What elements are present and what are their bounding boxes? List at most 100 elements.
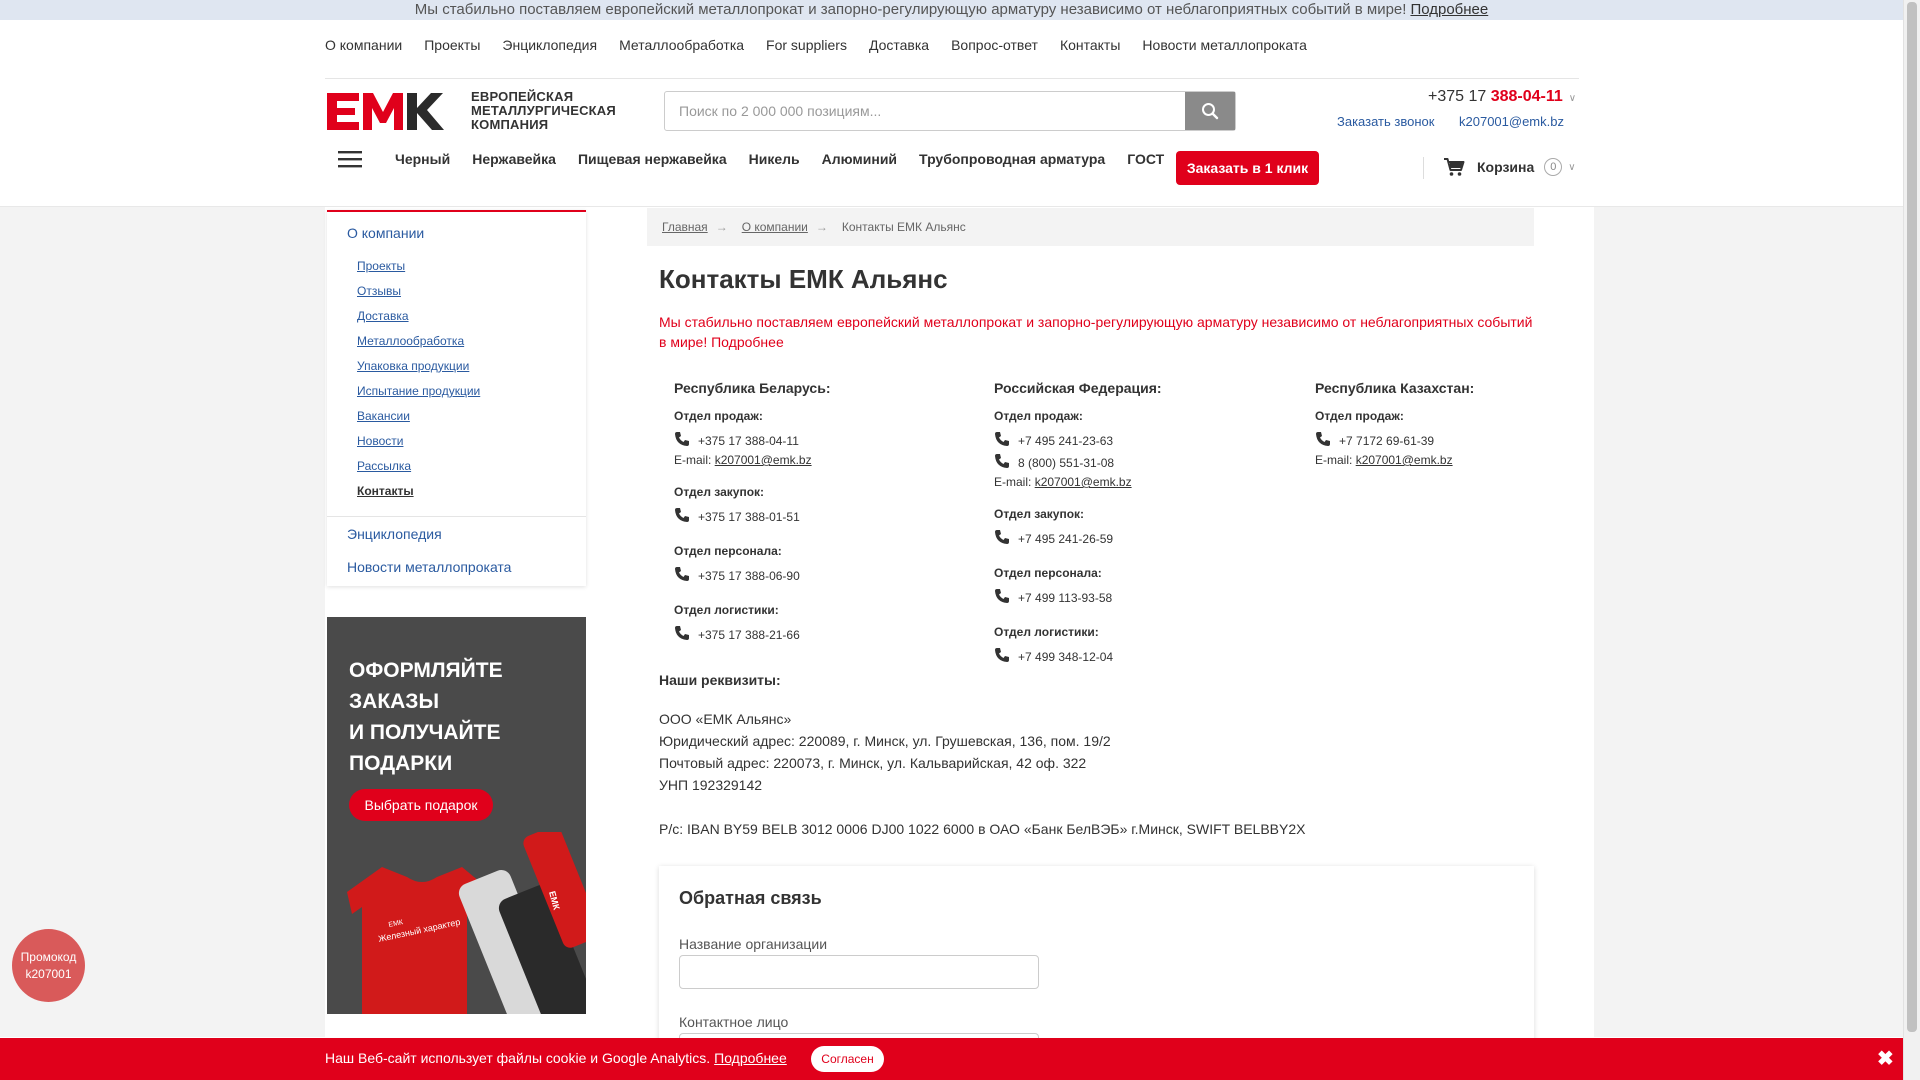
sidebar-item-news[interactable]: Новости: [327, 434, 403, 448]
phone-icon: [994, 529, 1018, 548]
topnav-item-projects[interactable]: Проекты: [424, 37, 480, 53]
dept-label: Отдел персонала:: [674, 544, 782, 558]
topnav-item-encyclopedia[interactable]: Энциклопедия: [502, 37, 597, 53]
phone-number[interactable]: 8 (800) 551-31-08: [1018, 456, 1114, 470]
feedback-form: Обратная связь Название организации Конт…: [659, 866, 1534, 1067]
logo-text: ЕВРОПЕЙСКАЯ МЕТАЛЛУРГИЧЕСКАЯ КОМПАНИЯ: [471, 90, 616, 132]
cookie-banner: Наш Веб-сайт использует файлы cookie и G…: [0, 1038, 1903, 1080]
promo-banner-line3: И ПОЛУЧАЙТЕ: [349, 721, 501, 744]
callback-link[interactable]: Заказать звонок: [1337, 114, 1434, 129]
promo-code-badge[interactable]: Промокод k207001: [12, 929, 85, 1002]
email-link[interactable]: k207001@emk.bz: [715, 453, 812, 467]
org-name-label: Название организации: [679, 936, 828, 952]
sidebar-item-contacts[interactable]: Контакты: [327, 484, 414, 498]
catnav-item-stainless[interactable]: Нержавейка: [472, 151, 556, 167]
email-link[interactable]: k207001@emk.bz: [1356, 453, 1453, 467]
breadcrumb-home-link[interactable]: Главная: [662, 220, 708, 234]
dept-logistics: Отдел логистики: +375 17 388-21-66: [674, 603, 831, 644]
top-notice-more-link[interactable]: Подробнее: [1410, 1, 1488, 18]
choose-gift-button[interactable]: Выбрать подарок: [349, 789, 493, 821]
menu-burger-icon[interactable]: [325, 150, 375, 168]
phone-number[interactable]: +375 17 388-06-90: [698, 569, 800, 583]
topnav-item-suppliers[interactable]: For suppliers: [766, 37, 847, 53]
top-notice-text: Мы стабильно поставляем европейский мета…: [414, 1, 1407, 18]
page-background-right: [1594, 207, 1903, 1037]
supply-notice[interactable]: Мы стабильно поставляем европейский мета…: [659, 312, 1539, 352]
catnav-item-pipe-fittings[interactable]: Трубопроводная арматура: [919, 151, 1105, 167]
close-icon[interactable]: ✖: [1877, 1046, 1894, 1071]
sidebar-item-mailing[interactable]: Рассылка: [327, 459, 411, 473]
breadcrumb-company-link[interactable]: О компании: [742, 220, 808, 234]
search-button[interactable]: [1185, 92, 1235, 130]
topnav-item-company[interactable]: О компании: [325, 37, 402, 53]
email-label: E-mail:: [1315, 453, 1353, 467]
phone-number[interactable]: +7 7172 69-61-39: [1339, 434, 1434, 448]
catnav-item-aluminium[interactable]: Алюминий: [822, 151, 897, 167]
topnav-item-news[interactable]: Новости металлопроката: [1142, 37, 1306, 53]
org-name-input[interactable]: [679, 955, 1039, 989]
phone-icon: [994, 588, 1018, 607]
order-one-click-button[interactable]: Заказать в 1 клик: [1176, 151, 1319, 185]
cart-button[interactable]: Корзина 0 ∨: [1443, 157, 1576, 177]
top-notice-banner: Мы стабильно поставляем европейский мета…: [0, 0, 1903, 20]
sidebar-section-news[interactable]: Новости металлопроката: [327, 559, 511, 575]
sidebar-item-metalworking[interactable]: Металлообработка: [327, 334, 464, 348]
sidebar-section-company[interactable]: О компании: [327, 225, 424, 241]
phone-number[interactable]: +7 495 241-23-63: [1018, 434, 1113, 448]
phone-number[interactable]: +375 17 388-01-51: [698, 510, 800, 524]
sidebar-item-projects[interactable]: Проекты: [327, 259, 405, 273]
cookie-more-link[interactable]: Подробнее: [714, 1050, 787, 1066]
dept-label: Отдел закупок:: [674, 485, 765, 499]
logo-text-line2: МЕТАЛЛУРГИЧЕСКАЯ: [471, 103, 616, 118]
cookie-accept-button[interactable]: Согласен: [811, 1046, 884, 1072]
sidebar-item-packaging[interactable]: Упаковка продукции: [327, 359, 469, 373]
header-phone[interactable]: +375 17 388-04-11 ∨: [1428, 88, 1576, 106]
sidebar-item-vacancies[interactable]: Вакансии: [327, 409, 410, 423]
sidebar-item-testing[interactable]: Испытание продукции: [327, 384, 480, 398]
phone-number[interactable]: +375 17 388-04-11: [698, 434, 799, 448]
cart-count-badge: 0: [1544, 158, 1563, 176]
dept-label: Отдел логистики:: [994, 625, 1099, 639]
requisites-legal-address: Юридический адрес: 220089, г. Минск, ул.…: [659, 733, 1111, 749]
gift-promo-banner[interactable]: ОФОРМЛЯЙТЕ ЗАКАЗЫ И ПОЛУЧАЙТЕ ПОДАРКИ Вы…: [327, 617, 586, 1014]
requisites-title: Наши реквизиты:: [659, 672, 781, 688]
search-input[interactable]: [665, 92, 1185, 130]
topnav-item-contacts[interactable]: Контакты: [1060, 37, 1120, 53]
catnav-item-nickel[interactable]: Никель: [749, 151, 800, 167]
cookie-text: Наш Веб-сайт использует файлы cookie и G…: [325, 1050, 711, 1066]
dept-label: Отдел персонала:: [994, 566, 1102, 580]
feedback-form-title: Обратная связь: [679, 888, 822, 908]
topnav-item-faq[interactable]: Вопрос-ответ: [951, 37, 1038, 53]
promo-code-value: k207001: [25, 966, 72, 981]
requisites-bank: Р/с: IBAN BY59 BELB 3012 0006 DJ00 1022 …: [659, 821, 1306, 837]
hamburger-icon: [338, 151, 362, 168]
contacts-kazakhstan: Республика Казахстан: Отдел продаж: +7 7…: [1315, 380, 1474, 485]
header-email-link[interactable]: k207001@emk.bz: [1459, 114, 1564, 129]
sidebar-item-reviews[interactable]: Отзывы: [327, 284, 401, 298]
topnav-item-delivery[interactable]: Доставка: [869, 37, 929, 53]
sidebar-menu: О компании Проекты Отзывы Доставка Метал…: [327, 210, 586, 586]
promo-code-label: Промокод: [20, 949, 77, 964]
logo-text-line1: ЕВРОПЕЙСКАЯ: [471, 89, 574, 104]
phone-number[interactable]: +7 499 348-12-04: [1018, 650, 1113, 664]
sidebar-section-encyclopedia[interactable]: Энциклопедия: [327, 526, 442, 542]
scrollbar-thumb[interactable]: [1907, 2, 1917, 1032]
site-logo[interactable]: ЕВРОПЕЙСКАЯ МЕТАЛЛУРГИЧЕСКАЯ КОМПАНИЯ: [325, 90, 616, 132]
phone-number[interactable]: +7 499 113-93-58: [1018, 591, 1112, 605]
sidebar-item-delivery[interactable]: Доставка: [327, 309, 409, 323]
contact-person-label: Контактное лицо: [679, 1014, 789, 1030]
phone-icon: [674, 625, 698, 644]
dept-logistics: Отдел логистики: +7 499 348-12-04: [994, 625, 1162, 666]
catnav-item-food-stainless[interactable]: Пищевая нержавейка: [578, 151, 727, 167]
topnav-item-metalworking[interactable]: Металлообработка: [619, 37, 744, 53]
phone-number[interactable]: +375 17 388-21-66: [698, 628, 800, 642]
phone-number[interactable]: +7 495 241-26-59: [1018, 532, 1113, 546]
phone-icon: [994, 453, 1018, 472]
dept-hr: Отдел персонала: +7 499 113-93-58: [994, 566, 1162, 607]
email-link[interactable]: k207001@emk.bz: [1035, 475, 1132, 489]
catnav-item-gost[interactable]: ГОСТ: [1127, 151, 1164, 167]
catnav-item-black[interactable]: Черный: [395, 151, 450, 167]
phone-icon: [674, 566, 698, 585]
page-scrollbar[interactable]: [1903, 0, 1920, 1080]
promo-banner-line1: ОФОРМЛЯЙТЕ: [349, 659, 503, 682]
